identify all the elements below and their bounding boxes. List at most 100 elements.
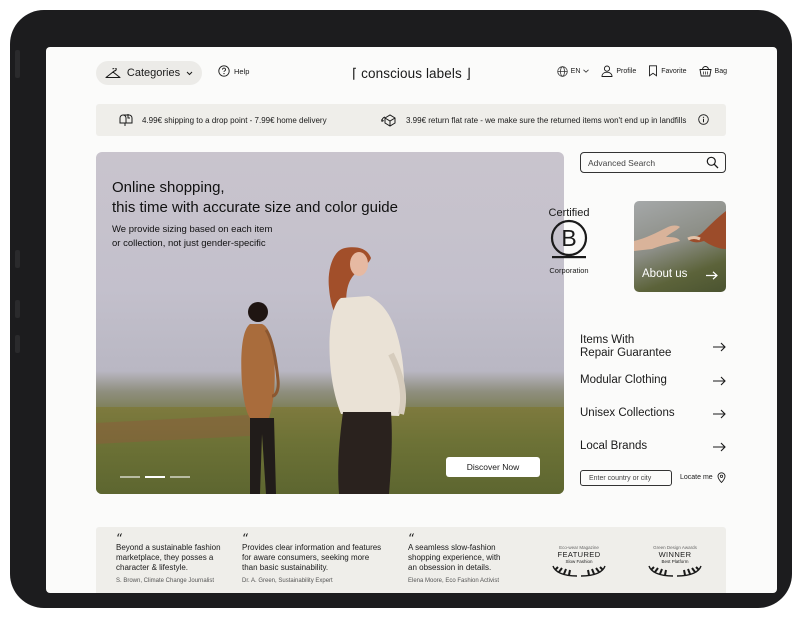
testimonial-author: Dr. A. Green, Sustainability Expert — [242, 578, 333, 584]
search-placeholder: Advanced Search — [588, 157, 656, 168]
language-selector[interactable]: EN — [556, 65, 590, 77]
search-icon[interactable] — [706, 156, 719, 169]
testimonial-line: an obsession in details. — [408, 563, 492, 572]
testimonial-author: S. Brown, Climate Change Journalist — [116, 578, 215, 584]
country-placeholder: Enter country or city — [589, 474, 652, 482]
user-icon — [601, 65, 613, 77]
info-icon[interactable] — [698, 114, 709, 125]
top-navigation: Categories Help ⌈ conscious labels ⌋ EN … — [46, 47, 777, 99]
award-badge-featured: Eco-wear Magazine FEATURED Slow Fashion — [544, 545, 614, 583]
laurel-wreath-icon — [648, 565, 702, 577]
favorite-label: Favorite — [661, 67, 687, 75]
link-label: Unisex Collections — [580, 407, 675, 419]
testimonial-card: “ A seamless slow-fashion shopping exper… — [408, 532, 501, 586]
advanced-search-input[interactable]: Advanced Search — [580, 152, 726, 173]
carousel-dot[interactable] — [120, 476, 140, 478]
carousel-dot-active[interactable] — [145, 476, 165, 478]
testimonial-line: A seamless slow-fashion — [408, 543, 496, 552]
return-text: 3.99€ return flat rate - we make sure th… — [406, 115, 687, 125]
bag-label: Bag — [714, 67, 727, 75]
quote-mark-icon: “ — [408, 532, 415, 547]
hero-subtitle-line: or collection, not just gender-specific — [112, 238, 266, 249]
testimonial-line: marketplace, they posses a — [116, 553, 214, 562]
link-label: Items With Repair Guarantee — [580, 334, 671, 360]
tablet-frame: Categories Help ⌈ conscious labels ⌋ EN … — [10, 10, 792, 608]
globe-icon — [556, 65, 568, 77]
bookmark-icon — [649, 65, 658, 77]
locate-me-label: Locate me — [680, 474, 713, 481]
link-label-line: Items With — [580, 334, 635, 346]
box-return-icon — [381, 114, 396, 127]
testimonial-line: Provides clear information and features — [242, 543, 382, 552]
arrow-right-icon — [706, 271, 718, 280]
arrow-right-icon — [713, 376, 726, 385]
testimonial-line: than basic sustainability. — [242, 563, 329, 572]
link-modular-clothing[interactable]: Modular Clothing — [580, 374, 726, 387]
locate-me-button[interactable]: Locate me — [680, 472, 726, 483]
tablet-side-button — [15, 335, 20, 353]
award-badge-winner: Green Design Awards WINNER Best Platform — [640, 545, 710, 583]
link-repair-guarantee[interactable]: Items With Repair Guarantee — [580, 334, 726, 360]
arrow-right-icon — [713, 442, 726, 451]
link-local-brands[interactable]: Local Brands — [580, 440, 726, 453]
profile-link[interactable]: Profile — [601, 65, 636, 77]
shipping-info: 4.99€ shipping to a drop point - 7.99€ h… — [118, 113, 327, 127]
b-corp-certification: Certified B Corporation — [542, 207, 596, 275]
testimonial-line: for aware consumers, seeking more — [242, 553, 370, 562]
hero-title: Online shopping, this time with accurate… — [112, 178, 398, 218]
testimonials-strip: “ Beyond a sustainable fashion marketpla… — [96, 527, 726, 593]
testimonial-line: Beyond a sustainable fashion — [116, 543, 221, 552]
testimonial-line: shopping experience, with — [408, 553, 501, 562]
b-corp-letter: B — [561, 225, 576, 251]
b-corp-logo: B — [550, 219, 588, 259]
basket-icon — [698, 66, 712, 77]
carousel-dot[interactable] — [170, 476, 190, 478]
link-label: Modular Clothing — [580, 374, 667, 386]
testimonial-author: Elena Moore, Eco Fashion Activist — [408, 578, 500, 584]
quote-mark-icon: “ — [242, 532, 249, 547]
hero-subtitle: We provide sizing based on each item or … — [112, 223, 272, 251]
about-us-card[interactable]: About us — [634, 201, 726, 292]
shipping-info-bar: 4.99€ shipping to a drop point - 7.99€ h… — [96, 104, 726, 136]
favorite-link[interactable]: Favorite — [648, 65, 687, 77]
hero-title-line: Online shopping, — [112, 179, 225, 196]
return-info: 3.99€ return flat rate - we make sure th… — [381, 113, 686, 127]
chevron-down-icon — [583, 69, 590, 73]
link-label-line: Repair Guarantee — [580, 347, 672, 359]
profile-label: Profile — [616, 67, 637, 75]
location-pin-icon — [717, 472, 726, 483]
feature-links: Items With Repair Guarantee Modular Clot… — [580, 334, 726, 453]
discover-now-button[interactable]: Discover Now — [446, 457, 540, 477]
tablet-side-button — [15, 50, 20, 78]
hero-subtitle-line: We provide sizing based on each item — [112, 224, 273, 235]
laurel-wreath-icon — [552, 565, 606, 577]
corporation-label: Corporation — [549, 266, 589, 275]
hands-image — [634, 211, 726, 251]
tablet-side-button — [15, 300, 20, 318]
language-label: EN — [570, 67, 581, 75]
testimonial-card: “ Provides clear information and feature… — [242, 532, 382, 586]
bag-link[interactable]: Bag — [698, 65, 727, 77]
app-screen: Categories Help ⌈ conscious labels ⌋ EN … — [46, 47, 777, 593]
shipping-text: 4.99€ shipping to a drop point - 7.99€ h… — [142, 115, 327, 125]
country-city-input[interactable]: Enter country or city — [580, 470, 672, 486]
hero-person-man — [241, 302, 280, 494]
award-title: WINNER — [658, 550, 692, 559]
quote-mark-icon: “ — [116, 532, 123, 547]
link-unisex-collections[interactable]: Unisex Collections — [580, 407, 726, 420]
arrow-right-icon — [713, 342, 726, 352]
hero-banner: Online shopping, this time with accurate… — [96, 152, 564, 494]
about-us-label: About us — [642, 268, 688, 280]
testimonial-line: character & lifestyle. — [116, 563, 189, 572]
arrow-right-icon — [713, 409, 726, 418]
hero-person-woman — [328, 247, 407, 494]
hero-title-line: this time with accurate size and color g… — [112, 199, 398, 216]
testimonial-card: “ Beyond a sustainable fashion marketpla… — [116, 532, 221, 586]
mailbox-icon — [119, 114, 133, 126]
header-actions: EN Profile Favorite Bag — [556, 65, 727, 77]
link-label: Local Brands — [580, 440, 648, 452]
tablet-side-button — [15, 250, 20, 268]
carousel-indicators — [120, 476, 190, 478]
certified-label: Certified — [548, 207, 590, 219]
award-title: FEATURED — [557, 550, 601, 559]
